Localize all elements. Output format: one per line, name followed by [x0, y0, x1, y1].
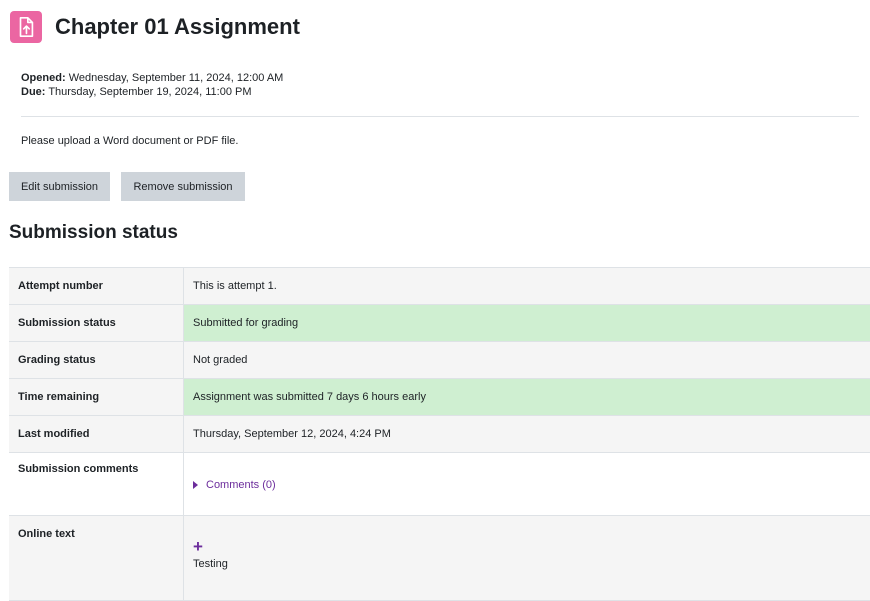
- opened-label: Opened:: [21, 72, 66, 84]
- table-row-time-remaining: Time remaining Assignment was submitted …: [9, 379, 870, 416]
- page-title: Chapter 01 Assignment: [55, 14, 300, 39]
- table-row-last-modified: Last modified Thursday, September 12, 20…: [9, 416, 870, 453]
- row-value: Assignment was submitted 7 days 6 hours …: [184, 379, 870, 415]
- online-text-value: Testing: [193, 558, 228, 570]
- due-value: Thursday, September 19, 2024, 11:00 PM: [48, 86, 252, 98]
- row-label: Attempt number: [9, 268, 184, 304]
- comments-toggle-link[interactable]: Comments (0): [193, 479, 276, 491]
- expand-plus-icon[interactable]: +: [193, 538, 207, 555]
- row-value: + Testing: [184, 516, 870, 600]
- row-label: Online text: [9, 516, 184, 600]
- page-header: Chapter 01 Assignment: [10, 11, 300, 43]
- opened-value: Wednesday, September 11, 2024, 12:00 AM: [68, 72, 284, 84]
- row-label: Submission status: [9, 305, 184, 341]
- due-date: Due: Thursday, September 19, 2024, 11:00…: [21, 85, 283, 99]
- row-value: Thursday, September 12, 2024, 4:24 PM: [193, 428, 391, 440]
- activity-dates: Opened: Wednesday, September 11, 2024, 1…: [21, 71, 283, 99]
- comments-link-label: Comments (0): [206, 479, 276, 491]
- table-row-submission-status: Submission status Submitted for grading: [9, 305, 870, 342]
- remove-submission-button[interactable]: Remove submission: [121, 172, 245, 201]
- row-value: Comments (0): [184, 453, 870, 515]
- edit-submission-button[interactable]: Edit submission: [9, 172, 110, 201]
- opened-date: Opened: Wednesday, September 11, 2024, 1…: [21, 71, 283, 85]
- due-label: Due:: [21, 86, 46, 98]
- table-row-online-text: Online text + Testing: [9, 516, 870, 601]
- table-row-attempt-number: Attempt number This is attempt 1.: [9, 268, 870, 305]
- row-value: Submitted for grading: [184, 305, 870, 341]
- submission-status-heading: Submission status: [9, 222, 178, 243]
- row-label: Grading status: [9, 342, 184, 378]
- submission-status-table: Attempt number This is attempt 1. Submis…: [9, 267, 870, 601]
- divider: [21, 116, 859, 117]
- row-label: Submission comments: [9, 453, 184, 515]
- row-value: This is attempt 1.: [193, 280, 277, 292]
- row-label: Time remaining: [9, 379, 184, 415]
- row-label: Last modified: [9, 416, 184, 452]
- table-row-grading-status: Grading status Not graded: [9, 342, 870, 379]
- assignment-upload-icon: [10, 11, 42, 43]
- caret-right-icon: [193, 481, 198, 489]
- assignment-intro: Please upload a Word document or PDF fil…: [21, 135, 239, 147]
- table-row-submission-comments: Submission comments Comments (0): [9, 453, 870, 516]
- row-value: Not graded: [193, 354, 248, 366]
